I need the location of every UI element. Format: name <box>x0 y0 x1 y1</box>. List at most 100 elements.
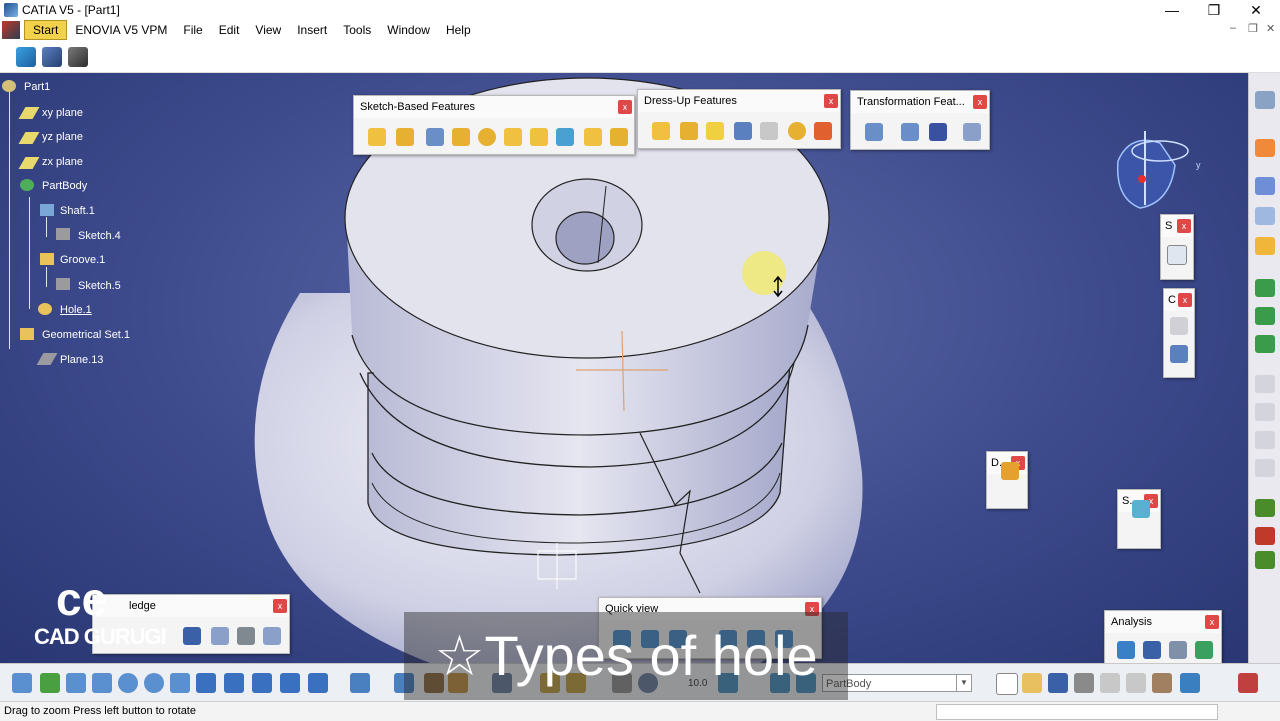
design-table-icon[interactable] <box>263 627 281 645</box>
tree-node-xy-plane[interactable]: xy plane <box>42 107 83 119</box>
hand-tool-icon[interactable] <box>1001 462 1019 480</box>
thread-icon[interactable] <box>788 122 806 140</box>
update-icon[interactable] <box>1255 499 1275 517</box>
undo-icon[interactable] <box>1180 673 1200 693</box>
copy-icon[interactable] <box>1126 673 1146 693</box>
fly-mode-icon[interactable] <box>12 673 32 693</box>
multi-section-solid-icon[interactable] <box>584 128 602 146</box>
rib-icon[interactable] <box>504 128 522 146</box>
close-icon[interactable]: x <box>973 95 987 109</box>
stiffener-icon[interactable] <box>556 128 574 146</box>
close-icon[interactable]: x <box>1178 293 1192 307</box>
help-what-icon[interactable] <box>68 47 88 67</box>
swap-visible-space-icon[interactable] <box>308 673 328 693</box>
menu-tools[interactable]: Tools <box>335 20 379 40</box>
knowledge-tool-icon[interactable] <box>42 47 62 67</box>
close-window-button[interactable]: ✕ <box>1236 0 1276 20</box>
zoom-in-icon[interactable] <box>118 673 138 693</box>
menu-view[interactable]: View <box>247 20 289 40</box>
hole-tool-icon[interactable] <box>478 128 496 146</box>
rotate-icon[interactable] <box>92 673 112 693</box>
cut-icon[interactable] <box>1100 673 1120 693</box>
menu-window[interactable]: Window <box>379 20 438 40</box>
command-input[interactable] <box>936 704 1218 720</box>
scaling-icon[interactable] <box>963 123 981 141</box>
knowledge-tree-icon[interactable] <box>211 627 229 645</box>
tree-node-geometrical-set[interactable]: Geometrical Set.1 <box>42 329 130 341</box>
plane-sketch-icon[interactable] <box>1170 345 1188 363</box>
open-folder-icon[interactable] <box>1022 673 1042 693</box>
tree-node-hole[interactable]: Hole.1 <box>60 304 92 316</box>
mdi-close-button[interactable]: ✕ <box>1266 22 1275 35</box>
iso-view-tool-icon[interactable] <box>224 673 244 693</box>
new-file-icon[interactable] <box>996 673 1018 695</box>
table-icon[interactable] <box>1255 207 1275 225</box>
groove-tool-icon[interactable] <box>452 128 470 146</box>
hide-show-icon[interactable] <box>280 673 300 693</box>
chamfer-icon[interactable] <box>680 122 698 140</box>
close-icon[interactable]: x <box>824 94 838 108</box>
close-icon[interactable]: x <box>618 100 632 114</box>
save-icon[interactable] <box>1048 673 1068 693</box>
curvature-analysis-icon[interactable] <box>1143 641 1161 659</box>
annotation-icon[interactable] <box>1255 177 1275 195</box>
replace-icon[interactable] <box>1255 527 1275 545</box>
catalog-icon[interactable] <box>1255 551 1275 569</box>
deviation-analysis-icon[interactable] <box>1195 641 1213 659</box>
shading-icon[interactable] <box>252 673 272 693</box>
menu-file[interactable]: File <box>175 20 210 40</box>
formula-table-icon[interactable] <box>183 627 201 645</box>
surface-icon[interactable] <box>1132 500 1150 518</box>
draft-analysis-icon[interactable] <box>1117 641 1135 659</box>
rectangular-pattern-icon[interactable] <box>929 123 947 141</box>
remove-face-icon[interactable] <box>814 122 832 140</box>
tree-node-sketch4[interactable]: Sketch.4 <box>78 230 121 242</box>
edge-fillet-icon[interactable] <box>652 122 670 140</box>
settings-gear-icon[interactable] <box>1255 91 1275 109</box>
measure-icon[interactable] <box>1255 307 1275 325</box>
pan-icon[interactable] <box>66 673 86 693</box>
minimize-button[interactable]: — <box>1152 0 1192 20</box>
pocket-icon[interactable] <box>396 128 414 146</box>
sketch-tool-icon[interactable] <box>16 47 36 67</box>
slot-icon[interactable] <box>530 128 548 146</box>
print-icon[interactable] <box>1074 673 1094 693</box>
paste-icon[interactable] <box>1152 673 1172 693</box>
3d-viewport[interactable]: y Part1 xy plane yz plane zx plane PartB… <box>0 73 1248 663</box>
zoom-out-icon[interactable] <box>144 673 164 693</box>
shell-icon[interactable] <box>734 122 752 140</box>
tap-thread-analysis-icon[interactable] <box>1169 641 1187 659</box>
removed-multi-section-icon[interactable] <box>610 128 628 146</box>
thickness-icon[interactable] <box>760 122 778 140</box>
apply-material-icon[interactable] <box>1255 279 1275 297</box>
tree-node-yz-plane[interactable]: yz plane <box>42 131 83 143</box>
menu-enovia[interactable]: ENOVIA V5 VPM <box>67 20 175 40</box>
tree-node-part1[interactable]: Part1 <box>24 81 50 93</box>
sketcher-icon[interactable] <box>350 673 370 693</box>
compass-icon[interactable]: y <box>1116 131 1201 209</box>
mirror-icon[interactable] <box>901 123 919 141</box>
normal-view-icon[interactable] <box>170 673 190 693</box>
close-icon[interactable]: x <box>1205 615 1219 629</box>
draft-icon[interactable] <box>706 122 724 140</box>
tree-node-partbody[interactable]: PartBody <box>42 180 87 192</box>
translation-icon[interactable] <box>865 123 883 141</box>
tree-node-sketch5[interactable]: Sketch.5 <box>78 280 121 292</box>
inertia-icon[interactable] <box>1255 335 1275 353</box>
chevron-down-icon[interactable]: ▼ <box>956 675 971 691</box>
mdi-minimize-button[interactable]: – <box>1230 22 1236 34</box>
tree-node-groove[interactable]: Groove.1 <box>60 254 105 266</box>
sketch-edit-icon[interactable] <box>1167 245 1187 265</box>
law-icon[interactable] <box>237 627 255 645</box>
pad-icon[interactable] <box>368 128 386 146</box>
tree-node-shaft[interactable]: Shaft.1 <box>60 205 95 217</box>
tree-node-zx-plane[interactable]: zx plane <box>42 156 83 168</box>
close-icon[interactable]: x <box>273 599 287 613</box>
select-arrow-icon[interactable] <box>1255 139 1275 157</box>
sketch-plane-icon[interactable] <box>1255 237 1275 255</box>
menu-help[interactable]: Help <box>438 20 479 40</box>
menu-insert[interactable]: Insert <box>289 20 335 40</box>
fit-all-icon[interactable] <box>40 673 60 693</box>
create-multi-view-icon[interactable] <box>196 673 216 693</box>
tree-node-plane13[interactable]: Plane.13 <box>60 354 103 366</box>
